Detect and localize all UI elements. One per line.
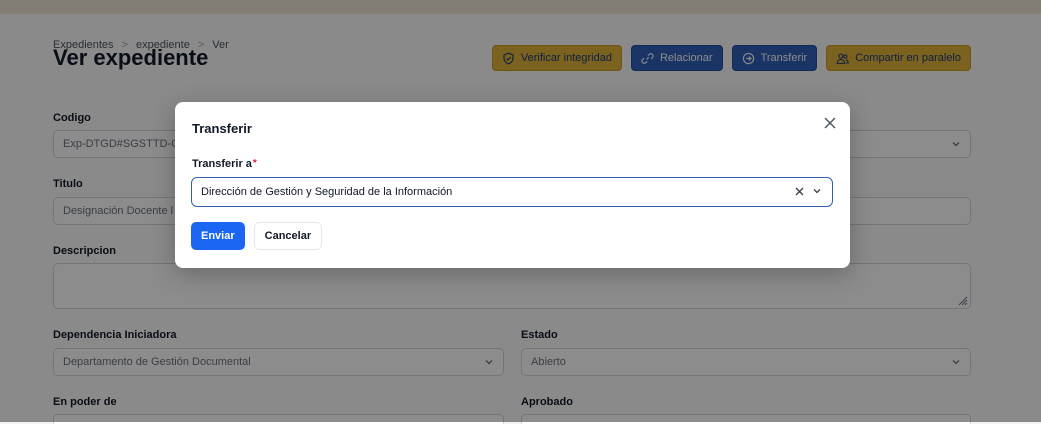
transfer-modal: Transferir Transferir a* Dirección de Ge… [175, 102, 850, 268]
modal-actions: Enviar Cancelar [191, 222, 323, 250]
submit-button[interactable]: Enviar [191, 222, 245, 250]
modal-title: Transferir [192, 121, 252, 136]
transfer-to-label-text: Transferir a [192, 158, 252, 170]
clear-icon[interactable] [794, 186, 805, 197]
transfer-to-select[interactable]: Dirección de Gestión y Seguridad de la I… [191, 177, 833, 207]
transfer-to-value: Dirección de Gestión y Seguridad de la I… [201, 186, 453, 198]
required-marker: * [252, 158, 257, 169]
cancel-button[interactable]: Cancelar [253, 222, 323, 250]
transfer-to-label: Transferir a* [192, 158, 257, 170]
close-icon[interactable] [822, 115, 838, 131]
chevron-down-icon[interactable] [812, 186, 822, 196]
